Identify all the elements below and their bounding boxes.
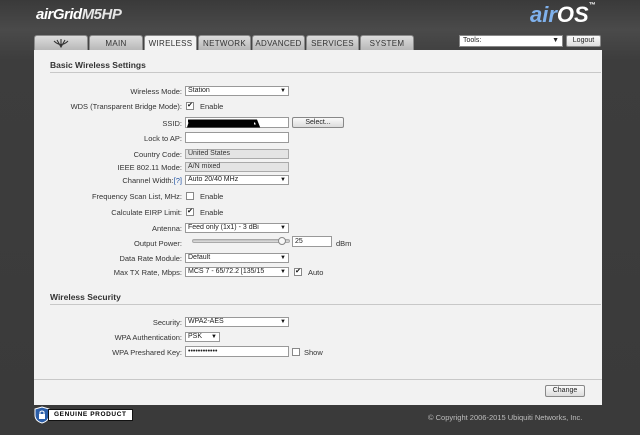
wpa-key-show-checkbox[interactable] <box>292 348 300 356</box>
channel-width-help-link[interactable]: [?] <box>174 176 182 185</box>
tab-main[interactable]: MAIN <box>89 35 143 50</box>
tab-services[interactable]: SERVICES <box>306 35 359 50</box>
section-divider <box>50 304 601 305</box>
product-brand: airGridM5HP <box>36 6 122 23</box>
ubiquiti-logo-icon <box>53 39 69 49</box>
tab-ubiquiti-logo[interactable] <box>34 35 88 50</box>
change-button[interactable]: Change <box>545 385 585 397</box>
ieee-mode-value: A/N mixed <box>185 162 289 172</box>
copyright-text: © Copyright 2006-2015 Ubiquiti Networks,… <box>428 413 583 422</box>
footer-divider <box>34 379 602 380</box>
freq-scan-label: Frequency Scan List, MHz: <box>91 192 182 201</box>
wpa-auth-label: WPA Authentication: <box>114 333 182 342</box>
tools-dropdown[interactable]: Tools: ▼ <box>459 35 563 47</box>
chevron-down-icon: ▼ <box>280 255 286 261</box>
redaction-scribble <box>186 119 261 128</box>
genuine-product-badge: GENUINE PRODUCT <box>34 406 133 424</box>
max-tx-label: Max TX Rate, Mbps: <box>113 268 182 277</box>
chevron-down-icon: ▼ <box>211 334 217 340</box>
chevron-down-icon: ▼ <box>552 37 559 44</box>
lock-ap-input[interactable] <box>185 132 289 143</box>
chevron-down-icon: ▼ <box>280 319 286 325</box>
channel-width-label-text: Channel Width: <box>122 176 174 185</box>
max-tx-value: MCS 7 - 65/72.2 [135/15 <box>188 268 265 275</box>
data-rate-label: Data Rate Module: <box>119 254 182 263</box>
logo-os-text: OS <box>556 2 589 27</box>
eirp-option-label: Enable <box>200 208 224 217</box>
wpa-auth-value: PSK <box>188 333 203 340</box>
ieee-mode-label: IEEE 802.11 Mode: <box>117 163 183 172</box>
tools-dropdown-value: Tools: <box>463 37 482 44</box>
wireless-mode-value: Station <box>188 87 210 94</box>
main-tabs: MAIN WIRELESS NETWORK ADVANCED SERVICES … <box>34 35 415 51</box>
genuine-product-text: GENUINE PRODUCT <box>48 409 133 421</box>
brand-model: M5HP <box>81 6 122 23</box>
max-tx-select[interactable]: MCS 7 - 65/72.2 [135/15 ▼ <box>185 267 289 277</box>
output-power-slider-handle[interactable] <box>278 237 287 245</box>
country-code-label: Country Code: <box>133 150 182 159</box>
freq-scan-option-label: Enable <box>200 192 224 201</box>
antenna-value: Feed only (1x1) - 3 dBi <box>188 224 259 231</box>
security-select[interactable]: WPA2-AES ▼ <box>185 317 289 327</box>
output-power-label: Output Power: <box>134 239 182 248</box>
antenna-label: Antenna: <box>151 224 182 233</box>
ssid-label: SSID: <box>162 119 182 128</box>
wds-option-label: Enable <box>200 102 224 111</box>
security-value: WPA2-AES <box>188 318 224 325</box>
wpa-key-label: WPA Preshared Key: <box>112 348 182 357</box>
channel-width-label: Channel Width:[?] <box>34 176 182 185</box>
data-rate-select[interactable]: Default ▼ <box>185 253 289 263</box>
eirp-label: Calculate EIRP Limit: <box>111 208 182 217</box>
logout-button[interactable]: Logout <box>566 35 601 47</box>
output-power-unit: dBm <box>336 239 352 248</box>
wds-label: WDS (Transparent Bridge Mode): <box>70 102 182 111</box>
chevron-down-icon: ▼ <box>280 269 286 275</box>
chevron-down-icon: ▼ <box>280 177 286 183</box>
section-divider <box>50 72 601 73</box>
settings-panel: Basic Wireless Settings Wireless Mode: S… <box>34 50 602 405</box>
output-power-slider[interactable] <box>192 239 290 243</box>
security-label: Security: <box>152 318 182 327</box>
tab-network[interactable]: NETWORK <box>198 35 251 50</box>
freq-scan-checkbox[interactable] <box>186 192 194 200</box>
chevron-down-icon: ▼ <box>280 225 286 231</box>
wireless-mode-select[interactable]: Station ▼ <box>185 86 289 96</box>
channel-width-select[interactable]: Auto 20/40 MHz ▼ <box>185 175 289 185</box>
wpa-auth-select[interactable]: PSK ▼ <box>185 332 220 342</box>
basic-settings-title: Basic Wireless Settings <box>50 60 146 70</box>
data-rate-value: Default <box>188 254 211 261</box>
tab-system[interactable]: SYSTEM <box>360 35 414 50</box>
logo-air-text: air <box>530 2 557 27</box>
chevron-down-icon: ▼ <box>280 88 286 94</box>
lock-ap-label: Lock to AP: <box>144 134 182 143</box>
wds-checkbox[interactable]: ✔ <box>186 102 194 110</box>
output-power-input[interactable]: 25 <box>292 236 332 247</box>
airos-logo: airOS™ <box>530 2 596 28</box>
ssid-input[interactable] <box>185 117 289 128</box>
logo-tm: ™ <box>588 2 596 9</box>
antenna-select[interactable]: Feed only (1x1) - 3 dBi ▼ <box>185 223 289 233</box>
wireless-security-title: Wireless Security <box>50 292 121 302</box>
max-tx-auto-checkbox[interactable]: ✔ <box>294 268 302 276</box>
channel-width-value: Auto 20/40 MHz <box>188 176 239 183</box>
tab-advanced[interactable]: ADVANCED <box>252 35 305 50</box>
wireless-mode-label: Wireless Mode: <box>130 87 182 96</box>
wpa-key-input[interactable]: •••••••••••• <box>185 346 289 357</box>
eirp-checkbox[interactable]: ✔ <box>186 208 194 216</box>
wpa-key-show-label: Show <box>304 348 323 357</box>
brand-product-name: airGrid <box>36 6 82 23</box>
country-code-value: United States <box>185 149 289 159</box>
tab-wireless[interactable]: WIRELESS <box>144 35 197 51</box>
ssid-select-button[interactable]: Select... <box>292 117 344 128</box>
max-tx-auto-label: Auto <box>308 268 324 277</box>
